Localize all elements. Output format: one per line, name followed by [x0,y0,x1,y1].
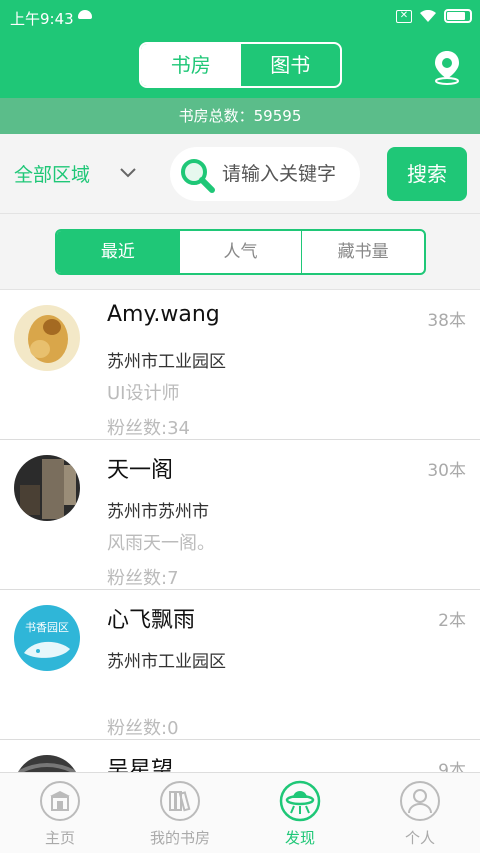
home-icon [40,781,80,821]
item-fans: 粉丝数:7 [107,568,179,589]
tab-popular[interactable]: 人气 [178,231,302,273]
item-description: UI设计师 [107,383,180,404]
sim-icon: ✕ [396,9,412,23]
item-book-count: 38本 [427,311,466,331]
list-item[interactable]: 吴星望 9本 [0,740,480,772]
location-pin-icon[interactable] [432,49,462,85]
tab-study[interactable]: 书房 [141,44,241,86]
wifi-icon [420,10,436,22]
person-icon [400,781,440,821]
ufo-icon [279,780,321,822]
list-item[interactable]: Amy.wang 38本 苏州市工业园区 UI设计师 粉丝数:34 [0,290,480,440]
status-bar: 上午9:43 ✕ [0,0,480,34]
nav-home[interactable]: 主页 [0,773,120,853]
bottom-navigation: 主页 我的书房 发现 个人 [0,772,480,853]
nav-discover-label: 发现 [284,829,315,847]
search-box[interactable] [170,147,360,201]
list-item[interactable]: 书香园区 心飞飘雨 2本 苏州市工业园区 粉丝数:0 [0,590,480,740]
battery-icon [444,9,472,23]
sort-tabs: 最近 人气 藏书量 [55,229,426,275]
search-icon [181,159,215,193]
item-book-count: 30本 [427,461,466,481]
nav-profile[interactable]: 个人 [360,773,480,853]
item-address: 苏州市苏州市 [107,502,209,522]
list-item[interactable]: 天一阁 30本 苏州市苏州市 风雨天一阁。 粉丝数:7 [0,440,480,590]
nav-home-label: 主页 [44,829,75,847]
item-description: 风雨天一阁。 [107,533,215,554]
item-book-count: 9本 [438,761,466,772]
header-segmented-control: 书房 图书 [139,42,342,88]
item-name: 天一阁 [107,458,174,483]
nav-my-study[interactable]: 我的书房 [120,773,240,853]
region-dropdown-label[interactable]: 全部区域 [14,160,90,187]
avatar: 书香园区 [14,605,80,671]
status-time: 上午9:43 [10,10,74,28]
avatar [14,305,80,371]
item-address: 苏州市工业园区 [107,652,226,672]
android-icon [78,10,92,19]
chevron-down-icon[interactable] [120,168,136,178]
item-address: 苏州市工业园区 [107,352,226,372]
tab-collection-count[interactable]: 藏书量 [301,231,424,273]
study-list: Amy.wang 38本 苏州市工业园区 UI设计师 粉丝数:34 天一阁 30… [0,290,480,772]
item-book-count: 2本 [438,611,466,631]
item-fans: 粉丝数:34 [107,418,190,439]
whale-icon [24,641,70,658]
item-name: 吴星望 [107,758,174,772]
total-count-bar: 书房总数：59595 [0,98,480,134]
header: 书房 图书 [0,34,480,98]
item-name: Amy.wang [107,302,220,327]
avatar [14,755,80,772]
sort-tabs-row: 最近 人气 藏书量 [0,214,480,290]
search-row: 全部区域 搜索 [0,134,480,214]
item-name: 心飞飘雨 [107,608,196,633]
search-button[interactable]: 搜索 [387,147,467,201]
nav-profile-label: 个人 [404,829,435,847]
tab-books[interactable]: 图书 [241,44,341,86]
search-input[interactable] [222,157,354,191]
tab-recent[interactable]: 最近 [57,231,179,273]
avatar [14,455,80,521]
books-icon [160,781,200,821]
nav-my-study-label: 我的书房 [149,829,210,847]
nav-discover[interactable]: 发现 [240,773,360,853]
item-fans: 粉丝数:0 [107,718,179,739]
